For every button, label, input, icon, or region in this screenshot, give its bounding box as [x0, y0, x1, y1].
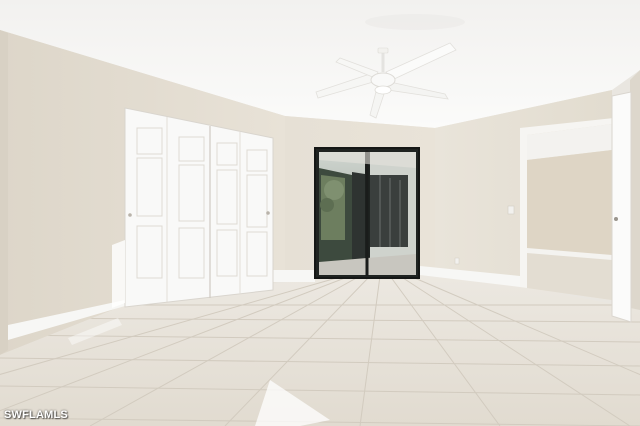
watermark-text: SWFLAMLS — [4, 409, 68, 421]
light-switch[interactable] — [507, 205, 515, 215]
sliding-glass-door[interactable] — [314, 147, 420, 279]
closet-doors[interactable] — [112, 107, 274, 308]
outlet — [454, 257, 460, 265]
closet-knob-right — [266, 211, 270, 215]
open-door[interactable] — [611, 91, 632, 323]
doorway[interactable] — [520, 91, 632, 323]
room-photo: SWFLAMLS — [0, 0, 640, 426]
door-handle[interactable] — [614, 217, 618, 221]
closet-knob-left — [128, 213, 132, 217]
room-illustration — [0, 0, 640, 426]
